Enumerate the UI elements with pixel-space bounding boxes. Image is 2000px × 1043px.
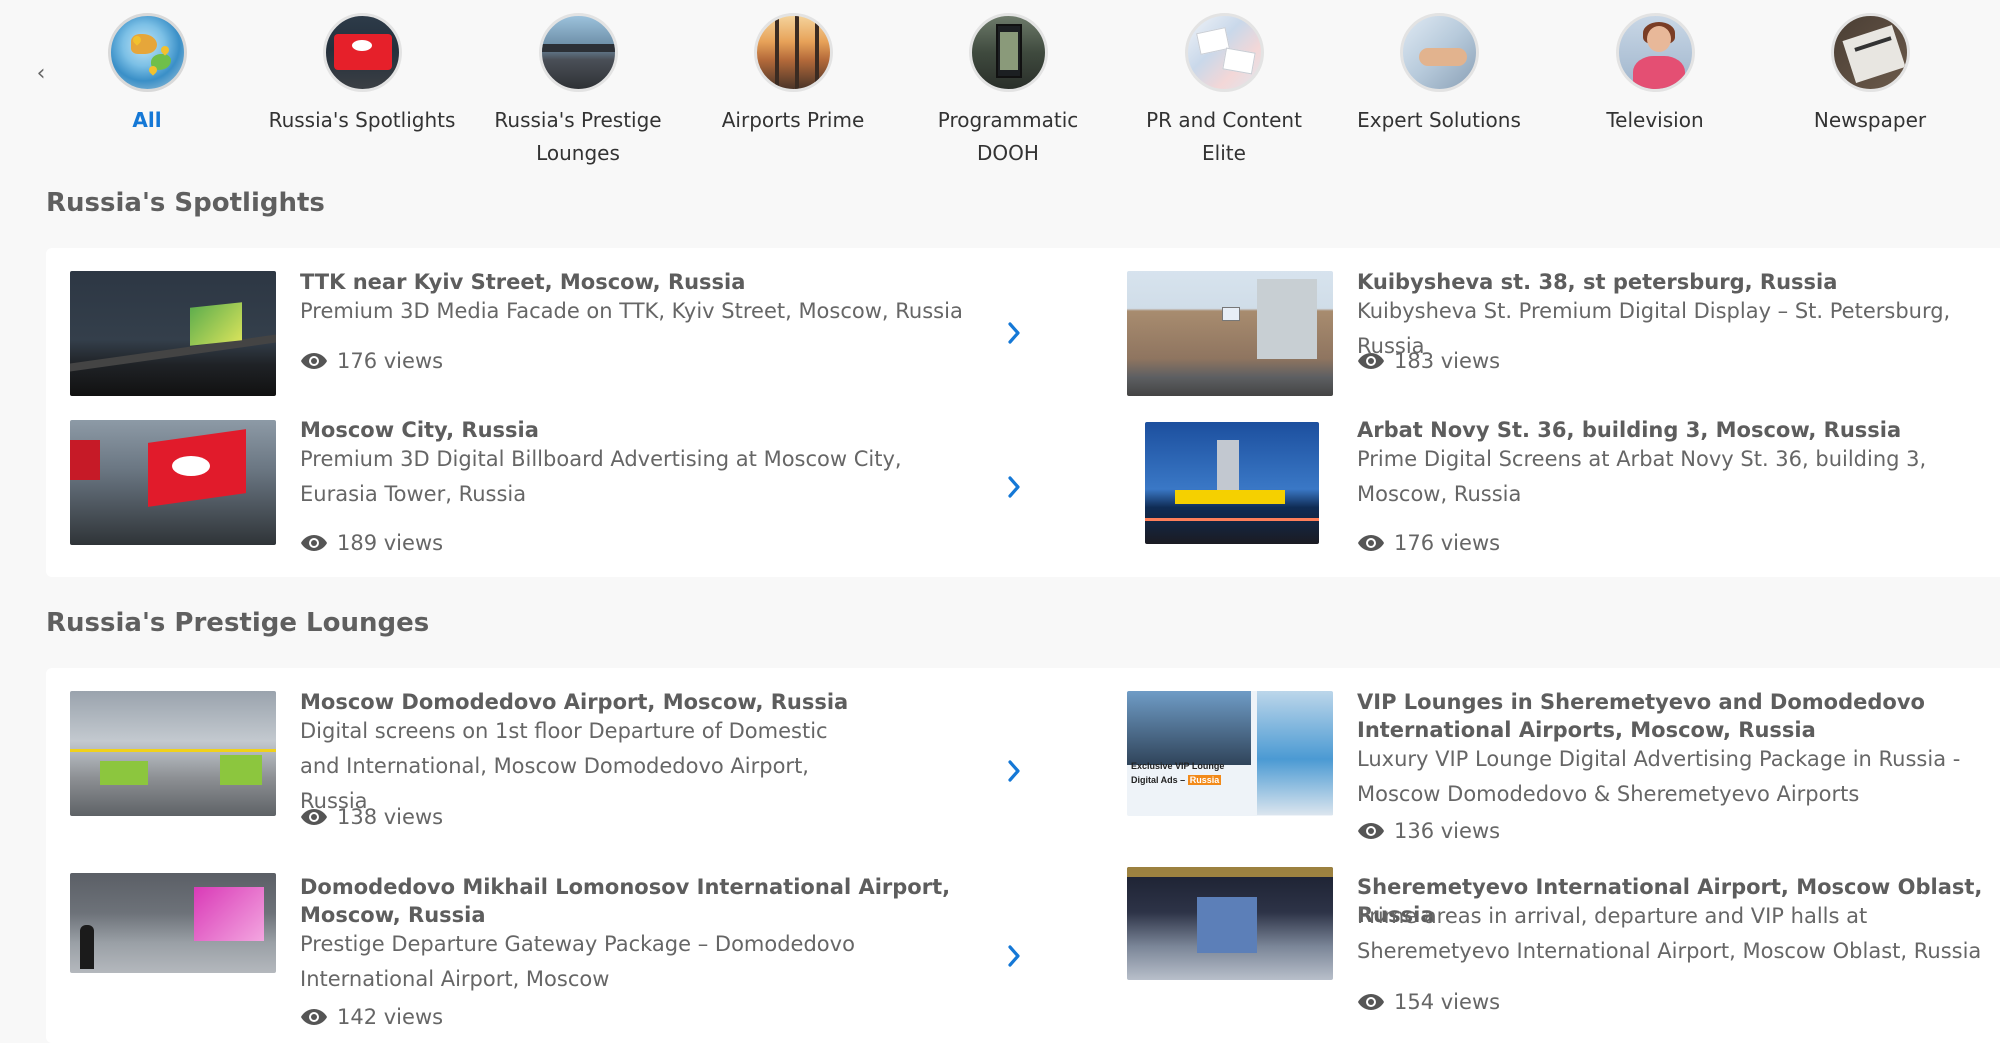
category-television[interactable]: Television <box>1545 13 1765 137</box>
listing-description: Prestige Departure Gateway Package – Dom… <box>300 932 855 991</box>
listing-thumbnail <box>70 691 276 816</box>
category-newspaper[interactable]: Newspaper <box>1760 13 1980 137</box>
listing-title: VIP Lounges in Sheremetyevo and Domodedo… <box>1357 690 1925 742</box>
category-label: PR and Content Elite <box>1146 108 1302 165</box>
listing-title: TTK near Kyiv Street, Moscow, Russia <box>300 270 746 294</box>
category-label: Expert Solutions <box>1357 108 1521 132</box>
eye-icon <box>301 353 327 369</box>
listing-item[interactable]: Kuibysheva st. 38, st petersburg, Russia… <box>1080 248 2000 408</box>
eye-icon <box>301 809 327 825</box>
thumbnail-caption: Exclusive VIP Lounge <box>1131 761 1225 771</box>
globe-icon <box>107 13 187 92</box>
listing-description: Luxury VIP Lounge Digital Advertising Pa… <box>1357 747 1961 806</box>
billboard-icon <box>322 13 402 92</box>
documents-icon <box>1184 13 1264 92</box>
listing-description: Digital screens on 1st floor Departure o… <box>300 719 828 813</box>
category-airports-prime[interactable]: Airports Prime <box>683 13 903 137</box>
listing-item[interactable]: Moscow City, Russia Premium 3D Digital B… <box>46 408 1056 577</box>
section-title: Russia's Prestige Lounges <box>46 608 430 638</box>
listing-title: Arbat Novy St. 36, building 3, Moscow, R… <box>1357 418 1902 442</box>
listing-item[interactable]: TTK near Kyiv Street, Moscow, Russia Pre… <box>46 248 1056 408</box>
listing-description: Prime areas in arrival, departure and VI… <box>1357 904 1982 963</box>
listing-description: Premium 3D Digital Billboard Advertising… <box>300 447 902 506</box>
listing-title: Kuibysheva st. 38, st petersburg, Russia <box>1357 270 1838 294</box>
view-count: 176 views <box>1357 531 1500 555</box>
listing-item[interactable]: Exclusive VIP Lounge Digital Ads – Russi… <box>1080 668 2000 853</box>
view-count-text: 138 views <box>337 805 444 829</box>
newspaper-icon <box>1830 13 1910 92</box>
eye-icon <box>1358 535 1384 551</box>
chevron-right-icon[interactable] <box>1002 941 1026 971</box>
category-label: Russia's Spotlights <box>268 108 456 132</box>
view-count-text: 176 views <box>1394 531 1501 555</box>
view-count-text: 142 views <box>337 1005 444 1029</box>
television-icon <box>1615 13 1695 92</box>
listing-description: Prime Digital Screens at Arbat Novy St. … <box>1357 447 1927 506</box>
digital-screen-icon <box>968 13 1048 92</box>
category-programmatic-dooh[interactable]: Programmatic DOOH <box>898 13 1118 170</box>
category-russias-spotlights[interactable]: Russia's Spotlights <box>252 13 472 137</box>
view-count: 189 views <box>300 531 443 555</box>
eye-icon <box>1358 353 1384 369</box>
view-count-text: 189 views <box>337 531 444 555</box>
view-count-text: 154 views <box>1394 990 1501 1014</box>
category-label: Russia's Prestige Lounges <box>494 108 662 165</box>
eye-icon <box>1358 994 1384 1010</box>
listing-thumbnail <box>70 420 276 545</box>
handshake-icon <box>1399 13 1479 92</box>
view-count: 154 views <box>1357 990 1500 1014</box>
chevron-right-icon[interactable] <box>1002 318 1026 348</box>
view-count: 136 views <box>1357 819 1500 843</box>
thumbnail-caption: Digital Ads – Russia <box>1131 775 1222 785</box>
listing-thumbnail <box>70 271 276 396</box>
category-label: Programmatic DOOH <box>937 108 1079 165</box>
view-count-text: 183 views <box>1394 349 1501 373</box>
category-pr-and-content-elite[interactable]: PR and Content Elite <box>1114 13 1334 170</box>
listing-thumbnail <box>1127 271 1333 396</box>
listing-thumbnail <box>1145 422 1319 544</box>
listing-title: Domodedovo Mikhail Lomonosov Internation… <box>300 875 951 927</box>
chevron-right-icon[interactable] <box>1002 756 1026 786</box>
category-all[interactable]: All <box>37 13 257 137</box>
category-expert-solutions[interactable]: Expert Solutions <box>1329 13 1549 137</box>
view-count: 183 views <box>1357 349 1500 373</box>
section-panel: Moscow Domodedovo Airport, Moscow, Russi… <box>46 668 2000 1043</box>
listing-thumbnail <box>70 873 276 973</box>
airport-icon <box>753 13 833 92</box>
listing-title: Moscow City, Russia <box>300 418 539 442</box>
category-russias-prestige-lounges[interactable]: Russia's Prestige Lounges <box>468 13 688 170</box>
view-count-text: 136 views <box>1394 819 1501 843</box>
eye-icon <box>1358 823 1384 839</box>
view-count: 142 views <box>300 1005 443 1029</box>
eye-icon <box>301 535 327 551</box>
view-count: 138 views <box>300 805 443 829</box>
chevron-right-icon[interactable] <box>1002 472 1026 502</box>
view-count-text: 176 views <box>337 349 444 373</box>
category-label: All <box>132 108 162 132</box>
lounge-icon <box>538 13 618 92</box>
listing-title: Moscow Domodedovo Airport, Moscow, Russi… <box>300 690 849 714</box>
view-count: 176 views <box>300 349 443 373</box>
section-title: Russia's Spotlights <box>46 188 325 218</box>
listing-description: Premium 3D Media Facade on TTK, Kyiv Str… <box>300 299 963 323</box>
listing-thumbnail: Exclusive VIP Lounge Digital Ads – Russi… <box>1127 691 1333 816</box>
category-label: Airports Prime <box>721 108 865 132</box>
listing-item[interactable]: Domodedovo Mikhail Lomonosov Internation… <box>46 853 1056 1043</box>
listing-item[interactable]: Arbat Novy St. 36, building 3, Moscow, R… <box>1080 408 2000 577</box>
category-label: Television <box>1606 108 1704 132</box>
category-strip: ‹ All Russia's Spotlights Russia's Prest… <box>0 0 2000 165</box>
listing-item[interactable]: Sheremetyevo International Airport, Mosc… <box>1080 853 2000 1043</box>
section-panel: TTK near Kyiv Street, Moscow, Russia Pre… <box>46 248 2000 577</box>
category-label: Newspaper <box>1813 108 1927 132</box>
listing-thumbnail <box>1127 867 1333 980</box>
eye-icon <box>301 1009 327 1025</box>
listing-item[interactable]: Moscow Domodedovo Airport, Moscow, Russi… <box>46 668 1056 853</box>
